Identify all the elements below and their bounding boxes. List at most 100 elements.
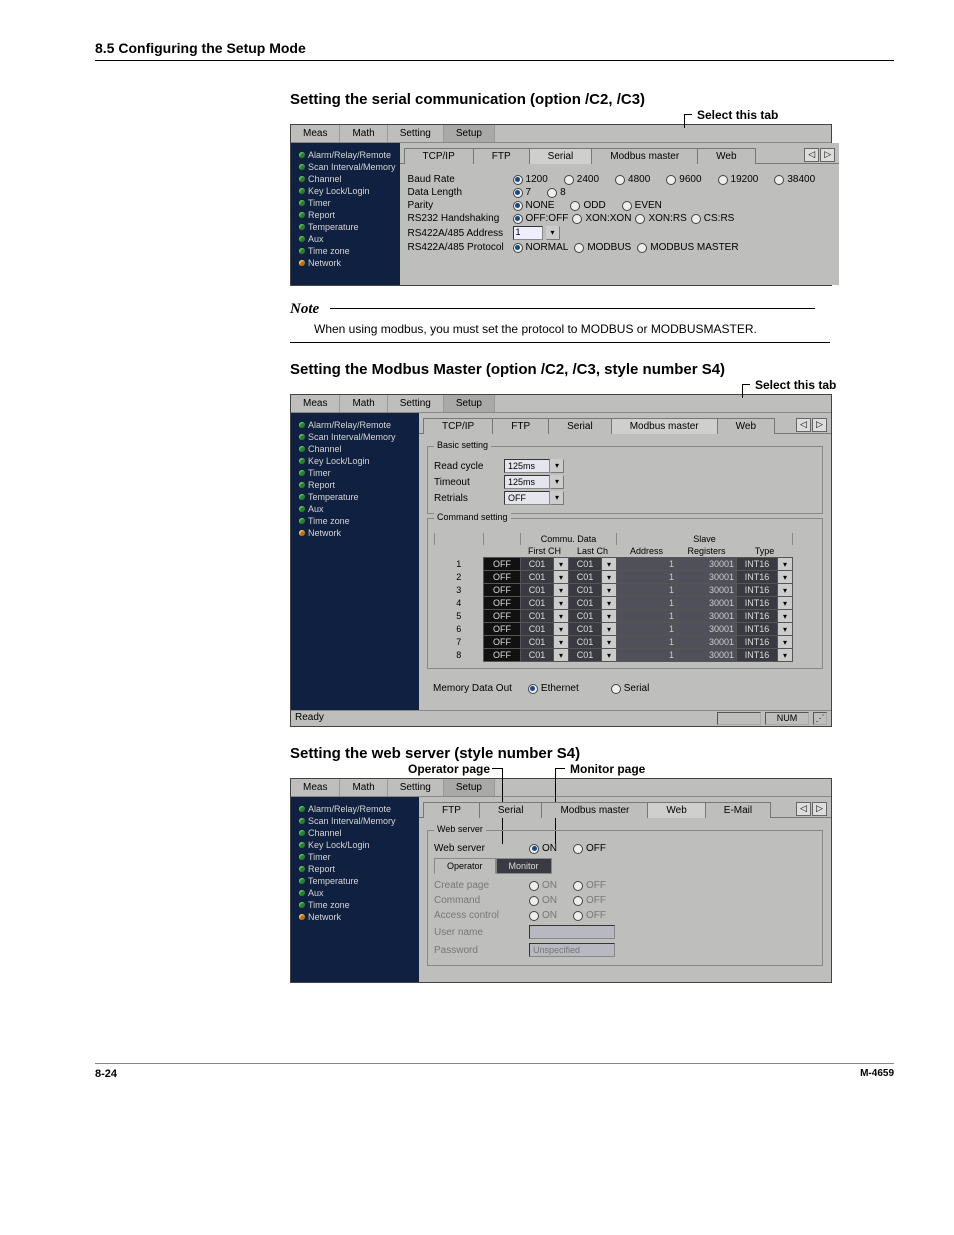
tree-network[interactable]: Network bbox=[295, 527, 415, 539]
menu-setting[interactable]: Setting bbox=[388, 395, 444, 412]
slave-type[interactable]: INT16 bbox=[737, 597, 778, 610]
last-ch[interactable]: C01 bbox=[569, 584, 602, 597]
tab-modbus[interactable]: Modbus master bbox=[541, 802, 648, 818]
dropdown-icon[interactable]: ▾ bbox=[602, 636, 617, 649]
slave-addr[interactable]: 1 bbox=[617, 558, 677, 571]
dropdown-icon[interactable]: ▾ bbox=[778, 636, 793, 649]
tree-channel[interactable]: Channel bbox=[295, 827, 415, 839]
slave-addr[interactable]: 1 bbox=[617, 584, 677, 597]
tree-scan[interactable]: Scan Interval/Memory bbox=[295, 161, 396, 173]
hs-offoff[interactable]: OFF:OFF bbox=[513, 213, 569, 224]
slave-type[interactable]: INT16 bbox=[737, 636, 778, 649]
dropdown-icon[interactable]: ▾ bbox=[554, 558, 569, 571]
first-ch[interactable]: C01 bbox=[521, 610, 554, 623]
last-ch[interactable]: C01 bbox=[569, 636, 602, 649]
tree-channel[interactable]: Channel bbox=[295, 443, 415, 455]
first-ch[interactable]: C01 bbox=[521, 571, 554, 584]
baud-4800[interactable]: 4800 bbox=[615, 174, 650, 185]
row-onoff[interactable]: OFF bbox=[484, 571, 521, 584]
slave-reg[interactable]: 30001 bbox=[677, 636, 737, 649]
tree-timezone[interactable]: Time zone bbox=[295, 899, 415, 911]
tab-serial[interactable]: Serial bbox=[529, 148, 593, 164]
dropdown-icon[interactable]: ▾ bbox=[778, 571, 793, 584]
addr-dropdown-icon[interactable]: ▾ bbox=[546, 226, 560, 240]
tree-alarm[interactable]: Alarm/Relay/Remote bbox=[295, 149, 396, 161]
last-ch[interactable]: C01 bbox=[569, 571, 602, 584]
tab-scroll-left-icon[interactable]: ◁ bbox=[796, 802, 811, 816]
menu-meas[interactable]: Meas bbox=[291, 395, 340, 412]
menu-setting[interactable]: Setting bbox=[388, 779, 444, 796]
tab-serial[interactable]: Serial bbox=[548, 418, 612, 434]
dropdown-icon[interactable]: ▾ bbox=[602, 571, 617, 584]
hs-csrs[interactable]: CS:RS bbox=[691, 213, 735, 224]
tree-keylock[interactable]: Key Lock/Login bbox=[295, 455, 415, 467]
tree-temperature[interactable]: Temperature bbox=[295, 221, 396, 233]
tree-report[interactable]: Report bbox=[295, 479, 415, 491]
first-ch[interactable]: C01 bbox=[521, 597, 554, 610]
tab-modbus[interactable]: Modbus master bbox=[611, 418, 718, 434]
slave-reg[interactable]: 30001 bbox=[677, 597, 737, 610]
row-onoff[interactable]: OFF bbox=[484, 649, 521, 662]
menu-math[interactable]: Math bbox=[340, 779, 387, 796]
tab-tcpip[interactable]: TCP/IP bbox=[404, 148, 474, 164]
tab-ftp[interactable]: FTP bbox=[423, 802, 480, 818]
dropdown-icon[interactable]: ▾ bbox=[554, 584, 569, 597]
readcycle-select[interactable]: 125ms▾ bbox=[504, 459, 564, 473]
subtab-operator[interactable]: Operator bbox=[434, 858, 496, 874]
tab-tcpip[interactable]: TCP/IP bbox=[423, 418, 493, 434]
dropdown-icon[interactable]: ▾ bbox=[778, 623, 793, 636]
tree-aux[interactable]: Aux bbox=[295, 503, 415, 515]
tree-aux[interactable]: Aux bbox=[295, 887, 415, 899]
tree-timer[interactable]: Timer bbox=[295, 197, 396, 209]
slave-addr[interactable]: 1 bbox=[617, 597, 677, 610]
dropdown-icon[interactable]: ▾ bbox=[778, 649, 793, 662]
menu-math[interactable]: Math bbox=[340, 125, 387, 142]
access-on[interactable]: ON bbox=[529, 910, 557, 921]
baud-19200[interactable]: 19200 bbox=[718, 174, 759, 185]
baud-9600[interactable]: 9600 bbox=[666, 174, 701, 185]
dropdown-icon[interactable]: ▾ bbox=[602, 597, 617, 610]
slave-type[interactable]: INT16 bbox=[737, 623, 778, 636]
last-ch[interactable]: C01 bbox=[569, 610, 602, 623]
row-onoff[interactable]: OFF bbox=[484, 584, 521, 597]
datalen-7[interactable]: 7 bbox=[513, 187, 532, 198]
subtab-monitor[interactable]: Monitor bbox=[496, 858, 552, 874]
last-ch[interactable]: C01 bbox=[569, 649, 602, 662]
slave-type[interactable]: INT16 bbox=[737, 649, 778, 662]
proto-modbus[interactable]: MODBUS bbox=[574, 242, 631, 253]
tab-email[interactable]: E-Mail bbox=[705, 802, 771, 818]
menu-setup[interactable]: Setup bbox=[444, 779, 495, 796]
slave-type[interactable]: INT16 bbox=[737, 584, 778, 597]
dropdown-icon[interactable]: ▾ bbox=[778, 584, 793, 597]
dropdown-icon[interactable]: ▾ bbox=[554, 623, 569, 636]
slave-reg[interactable]: 30001 bbox=[677, 584, 737, 597]
dropdown-icon[interactable]: ▾ bbox=[554, 610, 569, 623]
tree-scan[interactable]: Scan Interval/Memory bbox=[295, 815, 415, 827]
tree-timer[interactable]: Timer bbox=[295, 467, 415, 479]
first-ch[interactable]: C01 bbox=[521, 636, 554, 649]
baud-2400[interactable]: 2400 bbox=[564, 174, 599, 185]
tab-web[interactable]: Web bbox=[697, 148, 755, 164]
username-input[interactable] bbox=[529, 925, 615, 939]
tab-scroll-right-icon[interactable]: ▷ bbox=[812, 418, 827, 432]
first-ch[interactable]: C01 bbox=[521, 558, 554, 571]
parity-odd[interactable]: ODD bbox=[570, 200, 605, 211]
row-onoff[interactable]: OFF bbox=[484, 558, 521, 571]
password-input[interactable]: Unspecified bbox=[529, 943, 615, 957]
command-off[interactable]: OFF bbox=[573, 895, 606, 906]
dropdown-icon[interactable]: ▾ bbox=[602, 558, 617, 571]
row-onoff[interactable]: OFF bbox=[484, 636, 521, 649]
tree-channel[interactable]: Channel bbox=[295, 173, 396, 185]
tab-ftp[interactable]: FTP bbox=[492, 418, 549, 434]
tab-scroll-left-icon[interactable]: ◁ bbox=[804, 148, 819, 162]
hs-xonrs[interactable]: XON:RS bbox=[635, 213, 686, 224]
menu-setup[interactable]: Setup bbox=[444, 125, 495, 142]
tree-temperature[interactable]: Temperature bbox=[295, 491, 415, 503]
tree-report[interactable]: Report bbox=[295, 209, 396, 221]
tab-web[interactable]: Web bbox=[717, 418, 775, 434]
last-ch[interactable]: C01 bbox=[569, 558, 602, 571]
tree-report[interactable]: Report bbox=[295, 863, 415, 875]
slave-reg[interactable]: 30001 bbox=[677, 623, 737, 636]
first-ch[interactable]: C01 bbox=[521, 623, 554, 636]
tree-network[interactable]: Network bbox=[295, 257, 396, 269]
